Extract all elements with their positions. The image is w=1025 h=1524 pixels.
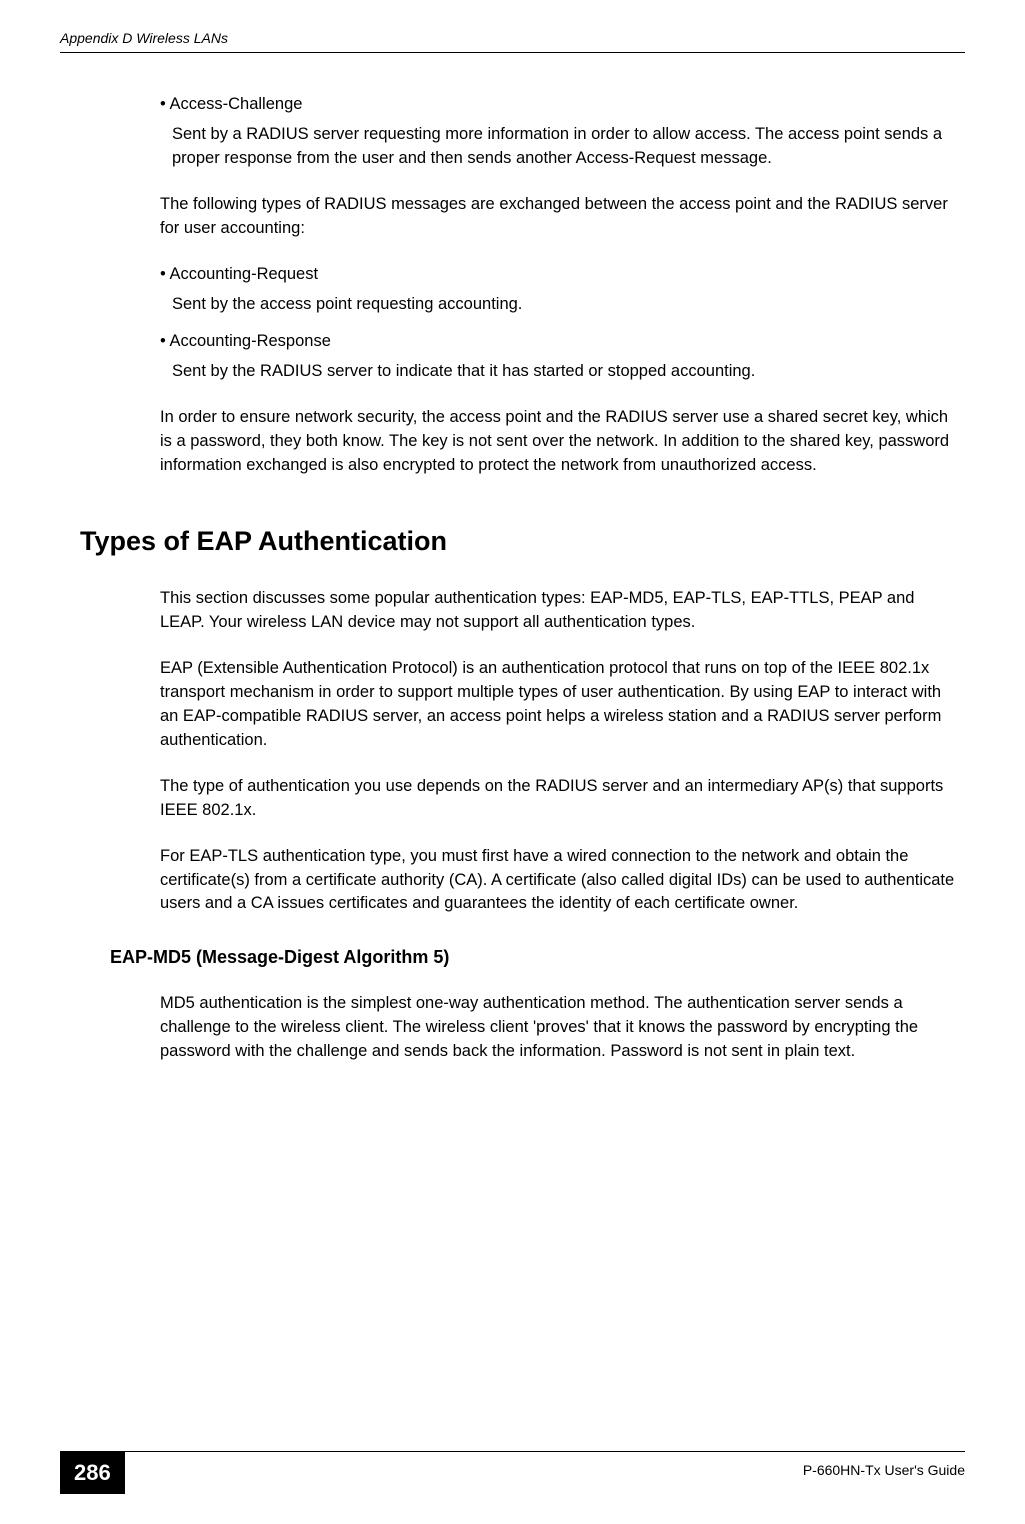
bullet-description: Sent by the RADIUS server to indicate th…: [172, 360, 955, 384]
bullet-description: Sent by the access point requesting acco…: [172, 293, 955, 317]
document-page: Appendix D Wireless LANs • Access-Challe…: [0, 0, 1025, 1524]
bullet-block: • Accounting-Request Sent by the access …: [160, 263, 955, 317]
page-header: Appendix D Wireless LANs: [60, 30, 965, 53]
bullet-label: • Accounting-Request: [172, 263, 955, 287]
paragraph: In order to ensure network security, the…: [160, 406, 955, 478]
paragraph: The type of authentication you use depen…: [160, 775, 955, 823]
bullet-label: • Accounting-Response: [172, 330, 955, 354]
bullet-label: • Access-Challenge: [172, 93, 955, 117]
paragraph: For EAP-TLS authentication type, you mus…: [160, 845, 955, 917]
bullet-block: • Access-Challenge Sent by a RADIUS serv…: [160, 93, 955, 171]
bullet-description: Sent by a RADIUS server requesting more …: [172, 123, 955, 171]
paragraph: The following types of RADIUS messages a…: [160, 193, 955, 241]
page-number: 286: [60, 1452, 125, 1494]
paragraph: This section discusses some popular auth…: [160, 587, 955, 635]
page-footer: 286 P-660HN-Tx User's Guide: [60, 1451, 965, 1494]
subsection-heading: EAP-MD5 (Message-Digest Algorithm 5): [110, 944, 955, 970]
header-title: Appendix D Wireless LANs: [60, 30, 228, 46]
footer-guide-name: P-660HN-Tx User's Guide: [803, 1462, 965, 1478]
page-content: • Access-Challenge Sent by a RADIUS serv…: [160, 93, 955, 1064]
section-heading: Types of EAP Authentication: [80, 522, 955, 561]
paragraph: MD5 authentication is the simplest one-w…: [160, 992, 955, 1064]
bullet-block: • Accounting-Response Sent by the RADIUS…: [160, 330, 955, 384]
paragraph: EAP (Extensible Authentication Protocol)…: [160, 657, 955, 753]
